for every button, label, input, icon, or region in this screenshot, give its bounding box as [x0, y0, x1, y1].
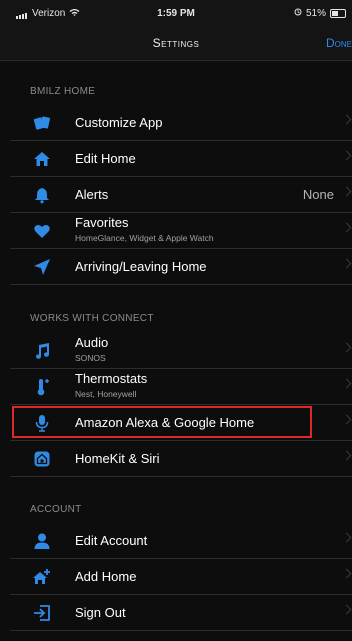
- person-icon: [32, 531, 52, 551]
- alerts-value: None: [302, 187, 334, 202]
- row-thermostats[interactable]: Thermostats Nest, Honeywell: [10, 368, 352, 405]
- thermometer-icon: [32, 377, 52, 397]
- chevron-right-icon: [341, 414, 352, 425]
- homekit-icon: [32, 449, 52, 469]
- location-arrow-icon: [32, 257, 52, 277]
- row-subtitle: Nest, Honeywell: [75, 389, 137, 399]
- row-label: Alerts: [75, 187, 109, 202]
- row-add-home[interactable]: Add Home: [10, 558, 352, 595]
- row-favorites[interactable]: Favorites HomeGlance, Widget & Apple Wat…: [10, 212, 352, 249]
- nav-bar: Settings Done: [0, 28, 352, 61]
- section-header-account: ACCOUNT: [30, 504, 82, 515]
- chevron-right-icon: [341, 450, 352, 461]
- row-label: Add Home: [75, 569, 137, 584]
- row-subtitle: HomeGlance, Widget & Apple Watch: [75, 233, 214, 243]
- row-subtitle: SONOS: [75, 353, 106, 363]
- page-title: Settings: [152, 36, 200, 50]
- row-label: Favorites: [75, 215, 129, 230]
- row-label: Edit Account: [75, 533, 148, 548]
- alarm-icon: [294, 8, 302, 19]
- battery-icon: [330, 9, 346, 18]
- chevron-right-icon: [341, 532, 352, 543]
- add-home-icon: [32, 567, 52, 587]
- section-header-home: BMILZ HOME: [30, 86, 96, 97]
- chevron-right-icon: [341, 604, 352, 615]
- section-header-works: WORKS WITH CONNECT: [30, 313, 154, 324]
- row-label: HomeKit & Siri: [75, 451, 160, 466]
- music-note-icon: [32, 341, 52, 361]
- house-icon: [32, 149, 52, 169]
- chevron-right-icon: [341, 378, 352, 389]
- row-label: Edit Home: [75, 151, 136, 166]
- sign-out-icon: [32, 603, 52, 623]
- row-label: Arriving/Leaving Home: [75, 259, 207, 274]
- chevron-right-icon: [341, 186, 352, 197]
- chevron-right-icon: [341, 114, 352, 125]
- row-customize-app[interactable]: Customize App: [10, 104, 352, 141]
- bell-icon: [32, 185, 52, 205]
- row-homekit-siri[interactable]: HomeKit & Siri: [10, 440, 352, 477]
- chevron-right-icon: [341, 222, 352, 233]
- row-alerts[interactable]: Alerts None: [10, 176, 352, 213]
- row-label: Thermostats: [75, 371, 148, 386]
- cards-icon: [32, 113, 52, 133]
- battery-percent: 51%: [305, 8, 326, 19]
- row-edit-account[interactable]: Edit Account: [10, 522, 352, 559]
- chevron-right-icon: [341, 342, 352, 353]
- row-edit-home[interactable]: Edit Home: [10, 140, 352, 177]
- chevron-right-icon: [341, 568, 352, 579]
- chevron-right-icon: [341, 258, 352, 269]
- heart-icon: [32, 221, 52, 241]
- row-label: Audio: [75, 335, 109, 350]
- row-sign-out[interactable]: Sign Out: [10, 594, 352, 631]
- row-label: Customize App: [75, 115, 163, 130]
- row-audio[interactable]: Audio SONOS: [10, 332, 352, 369]
- done-button[interactable]: Done: [326, 36, 352, 50]
- status-right: 51%: [294, 8, 346, 19]
- row-arriving-leaving[interactable]: Arriving/Leaving Home: [10, 248, 352, 285]
- highlight-box: [12, 406, 312, 438]
- chevron-right-icon: [341, 150, 352, 161]
- row-label: Sign Out: [75, 605, 126, 620]
- status-bar: Verizon 1:59 PM 51%: [0, 0, 352, 28]
